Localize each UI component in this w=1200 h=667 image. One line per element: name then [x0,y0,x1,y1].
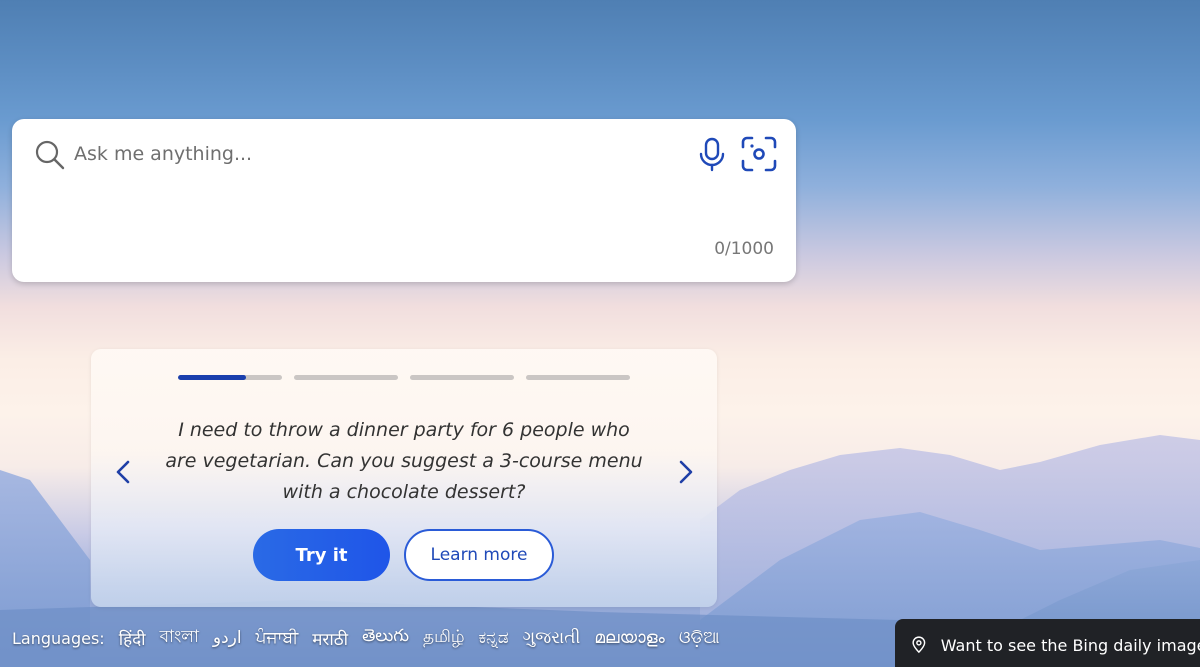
chevron-right-icon[interactable] [670,457,700,487]
language-link[interactable]: മലയാളം [594,628,664,648]
language-link[interactable]: ગુજરાતી [523,628,581,648]
progress-segment-2[interactable] [294,375,398,380]
search-box[interactable]: 0/1000 [12,119,796,282]
slide-progress [178,375,630,380]
language-link[interactable]: తెలుగు [362,626,409,650]
progress-segment-3[interactable] [410,375,514,380]
progress-segment-1[interactable] [178,375,282,380]
visual-search-icon[interactable] [740,135,778,173]
search-input[interactable] [74,139,674,169]
learn-more-button[interactable]: Learn more [404,529,554,581]
character-count: 0/1000 [714,239,774,259]
search-icon [35,140,65,170]
language-link[interactable]: हिंदी [119,627,146,650]
language-link[interactable]: اردو [213,628,242,648]
languages-bar: Languages: हिंदी বাংলা اردو ਪੰਜਾਬੀ मराठी… [12,624,720,652]
language-link[interactable]: ಕನ್ನಡ [479,628,509,648]
daily-image-text: Want to see the Bing daily image? [940,635,1200,655]
language-link[interactable]: தமிழ் [423,627,465,649]
progress-fill [178,375,246,380]
language-link[interactable]: ଓଡ଼ିଆ [679,628,720,648]
daily-image-prompt[interactable]: Want to see the Bing daily image? [895,619,1200,667]
suggestion-card: I need to throw a dinner party for 6 peo… [91,349,717,607]
chevron-left-icon[interactable] [109,457,139,487]
language-link[interactable]: বাংলা [160,624,199,652]
languages-label: Languages: [12,628,105,648]
try-it-button[interactable]: Try it [253,529,390,581]
location-pin-icon [912,636,926,654]
language-link[interactable]: मराठी [312,627,348,650]
language-link[interactable]: ਪੰਜਾਬੀ [256,628,299,648]
suggestion-prompt: I need to throw a dinner party for 6 peo… [165,419,643,503]
microphone-icon[interactable] [696,136,728,172]
progress-segment-4[interactable] [526,375,630,380]
